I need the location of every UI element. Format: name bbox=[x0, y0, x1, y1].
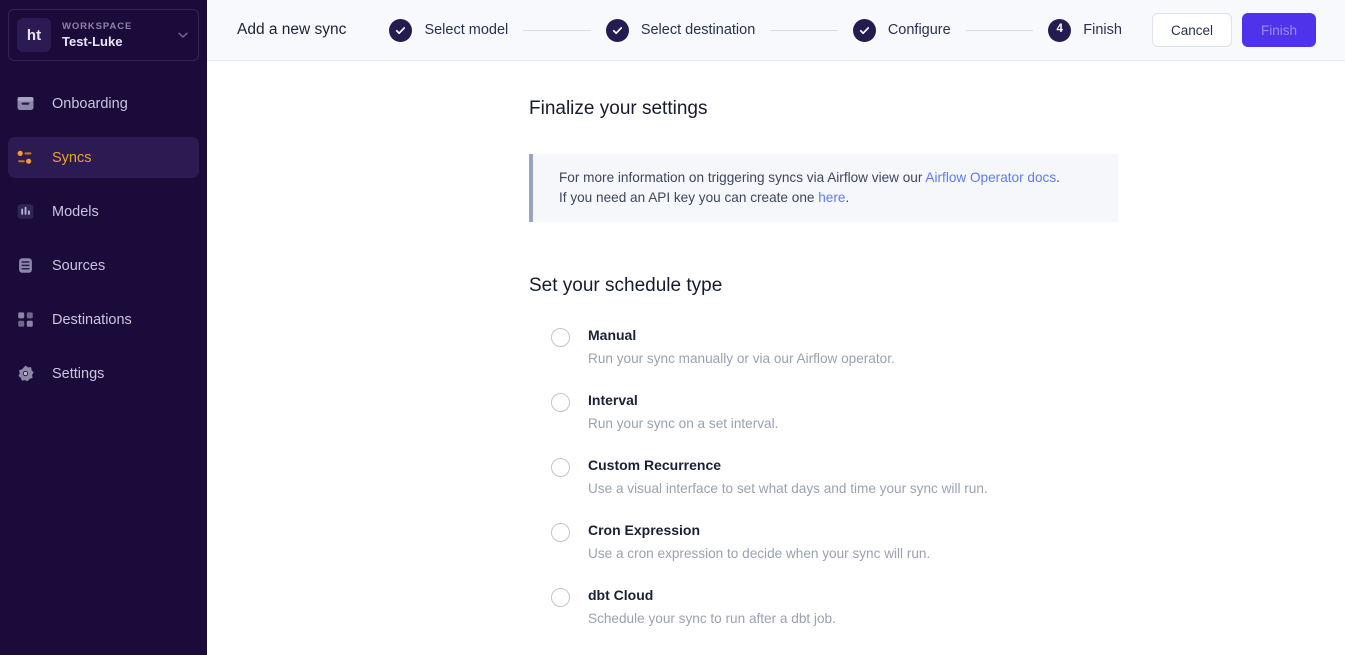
chevron-down-icon bbox=[176, 28, 190, 42]
syncs-icon bbox=[15, 147, 36, 168]
schedule-option-dbt-cloud[interactable]: dbt Cloud Schedule your sync to run afte… bbox=[551, 586, 1345, 628]
wizard-header: Add a new sync Select model Select desti… bbox=[207, 0, 1345, 61]
radio-button[interactable] bbox=[551, 393, 570, 412]
workspace-text: WORKSPACE Test-Luke bbox=[62, 21, 176, 50]
radio-button[interactable] bbox=[551, 328, 570, 347]
info-line-1-prefix: For more information on triggering syncs… bbox=[559, 170, 926, 185]
sidebar-item-label: Models bbox=[52, 203, 99, 220]
header-actions: Cancel Finish bbox=[1151, 13, 1316, 47]
page-title: Add a new sync bbox=[237, 21, 347, 38]
schedule-option-interval[interactable]: Interval Run your sync on a set interval… bbox=[551, 391, 1345, 433]
step-number-badge: 4 bbox=[1048, 18, 1072, 42]
option-description: Run your sync manually or via our Airflo… bbox=[588, 351, 895, 366]
sidebar-item-syncs[interactable]: Syncs bbox=[8, 137, 199, 178]
content-inner: Finalize your settings For more informat… bbox=[207, 61, 1345, 628]
option-label: dbt Cloud bbox=[588, 587, 654, 603]
sidebar: ht WORKSPACE Test-Luke Onboarding Syncs … bbox=[0, 0, 207, 655]
step-label: Select model bbox=[424, 22, 509, 38]
info-line-1-suffix: . bbox=[1056, 170, 1060, 185]
option-text: Interval Run your sync on a set interval… bbox=[588, 391, 778, 433]
schedule-type-radio-group: Manual Run your sync manually or via our… bbox=[529, 326, 1345, 628]
check-icon bbox=[389, 18, 413, 42]
option-text: Manual Run your sync manually or via our… bbox=[588, 326, 895, 368]
destinations-icon bbox=[15, 309, 36, 330]
sidebar-item-settings[interactable]: Settings bbox=[8, 353, 199, 394]
step-finish[interactable]: 4 Finish bbox=[1048, 18, 1122, 42]
option-text: dbt Cloud Schedule your sync to run afte… bbox=[588, 586, 836, 628]
sidebar-item-label: Onboarding bbox=[52, 95, 128, 112]
check-icon bbox=[852, 18, 876, 42]
workspace-avatar: ht bbox=[17, 18, 51, 52]
step-select-model[interactable]: Select model bbox=[389, 18, 509, 42]
airflow-info-callout: For more information on triggering syncs… bbox=[529, 154, 1118, 222]
step-connector bbox=[965, 29, 1034, 31]
schedule-option-cron-expression[interactable]: Cron Expression Use a cron expression to… bbox=[551, 521, 1345, 563]
option-description: Use a visual interface to set what days … bbox=[588, 481, 988, 496]
sidebar-item-label: Syncs bbox=[52, 149, 92, 166]
finalize-settings-heading: Finalize your settings bbox=[529, 98, 708, 119]
workspace-label: WORKSPACE bbox=[62, 20, 133, 32]
api-key-here-link[interactable]: here bbox=[818, 190, 845, 205]
wizard-stepper: Select model Select destination Configur… bbox=[389, 18, 1122, 42]
option-description: Schedule your sync to run after a dbt jo… bbox=[588, 611, 836, 626]
step-label: Configure bbox=[887, 22, 951, 38]
step-label: Finish bbox=[1083, 22, 1122, 38]
main-area: Add a new sync Select model Select desti… bbox=[207, 0, 1345, 655]
sidebar-item-label: Destinations bbox=[52, 311, 132, 328]
option-description: Run your sync on a set interval. bbox=[588, 416, 779, 431]
option-text: Cron Expression Use a cron expression to… bbox=[588, 521, 930, 563]
step-connector bbox=[523, 29, 591, 31]
app-root: ht WORKSPACE Test-Luke Onboarding Syncs … bbox=[0, 0, 1345, 655]
info-line-2-suffix: . bbox=[845, 189, 850, 205]
option-label: Manual bbox=[588, 327, 637, 343]
workspace-name: Test-Luke bbox=[62, 33, 123, 49]
info-line-1: For more information on triggering syncs… bbox=[559, 168, 1100, 188]
option-label: Cron Expression bbox=[588, 522, 701, 538]
sources-icon bbox=[15, 255, 36, 276]
option-text: Custom Recurrence Use a visual interface… bbox=[588, 456, 988, 498]
radio-button[interactable] bbox=[551, 523, 570, 542]
schedule-type-heading: Set your schedule type bbox=[529, 275, 723, 296]
sidebar-item-label: Sources bbox=[52, 257, 106, 274]
schedule-option-custom-recurrence[interactable]: Custom Recurrence Use a visual interface… bbox=[551, 456, 1345, 498]
finish-button[interactable]: Finish bbox=[1241, 13, 1316, 47]
content-area: Finalize your settings For more informat… bbox=[207, 61, 1345, 655]
check-icon bbox=[605, 18, 629, 42]
sidebar-item-label: Settings bbox=[52, 365, 105, 382]
option-label: Interval bbox=[588, 392, 638, 408]
step-label: Select destination bbox=[640, 22, 756, 38]
cancel-button[interactable]: Cancel bbox=[1151, 13, 1232, 47]
step-number: 4 bbox=[1056, 23, 1063, 36]
sidebar-item-destinations[interactable]: Destinations bbox=[8, 299, 199, 340]
option-description: Use a cron expression to decide when you… bbox=[588, 546, 931, 561]
workspace-switcher[interactable]: ht WORKSPACE Test-Luke bbox=[8, 9, 199, 61]
sidebar-item-onboarding[interactable]: Onboarding bbox=[8, 83, 199, 124]
info-line-2-prefix: If you need an API key you can create on… bbox=[559, 189, 819, 205]
info-line-2: If you need an API key you can create on… bbox=[559, 188, 1100, 208]
onboarding-icon bbox=[15, 93, 36, 114]
step-select-destination[interactable]: Select destination bbox=[605, 18, 756, 42]
settings-icon bbox=[15, 363, 36, 384]
schedule-option-manual[interactable]: Manual Run your sync manually or via our… bbox=[551, 326, 1345, 368]
sidebar-item-sources[interactable]: Sources bbox=[8, 245, 199, 286]
sidebar-nav: Onboarding Syncs Models Sources Destinat… bbox=[8, 83, 199, 407]
step-connector bbox=[770, 29, 838, 31]
sidebar-item-models[interactable]: Models bbox=[8, 191, 199, 232]
radio-button[interactable] bbox=[551, 458, 570, 477]
radio-button[interactable] bbox=[551, 588, 570, 607]
option-label: Custom Recurrence bbox=[588, 457, 722, 473]
step-configure[interactable]: Configure bbox=[852, 18, 951, 42]
models-icon bbox=[15, 201, 36, 222]
airflow-operator-docs-link[interactable]: Airflow Operator docs bbox=[925, 170, 1056, 185]
